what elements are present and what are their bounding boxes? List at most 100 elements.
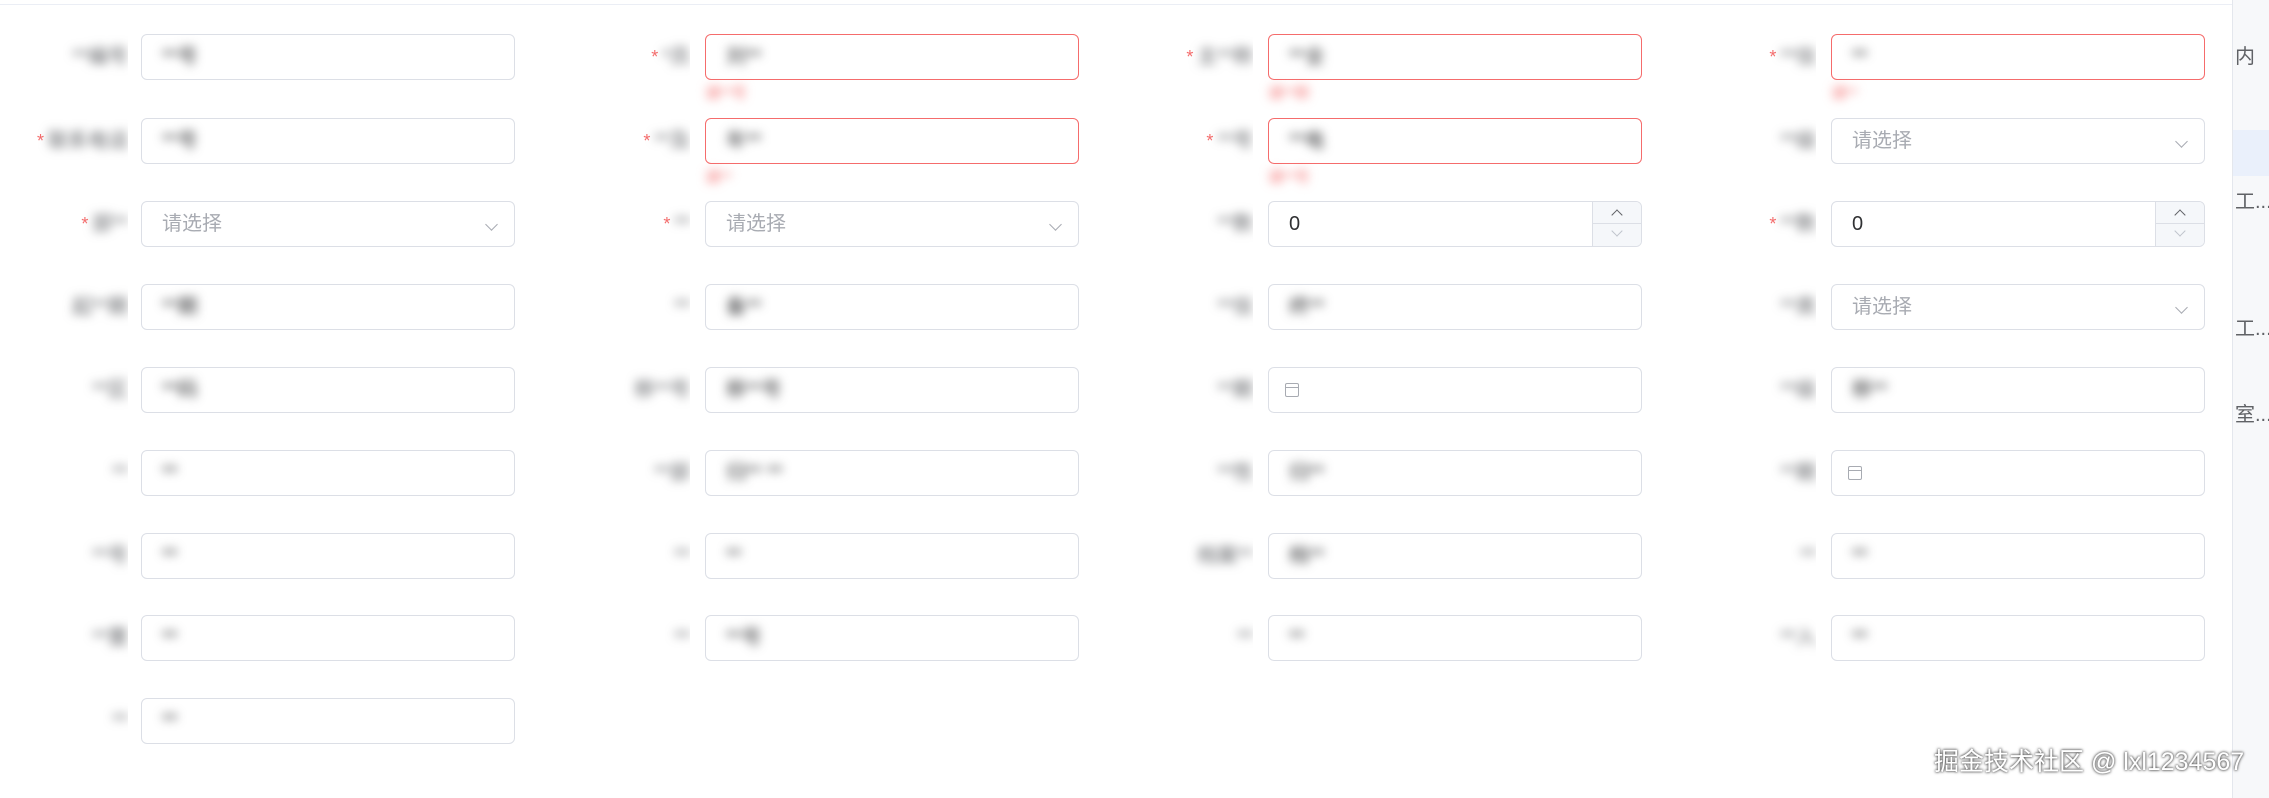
stepper-value: 0 (1852, 213, 1864, 235)
input-value: 年** (726, 130, 762, 152)
validation-error: 请** (1831, 85, 1858, 102)
text-input[interactable]: 备** (705, 284, 1079, 330)
field-label: **部 (570, 449, 690, 497)
text-input[interactable]: **全 (1268, 34, 1642, 80)
required-mark: * (81, 214, 89, 234)
chevron-down-icon (1049, 218, 1062, 231)
field-label: * **信 (1696, 33, 1816, 81)
text-input[interactable]: 归** ** (705, 450, 1079, 496)
required-mark: * (651, 47, 659, 67)
text-input[interactable]: ** (141, 450, 515, 496)
field-label: **级 (1696, 366, 1816, 414)
input-value: **电 (1289, 130, 1325, 152)
input-value: ** (162, 545, 178, 567)
field-label: **编号 (8, 33, 128, 81)
text-input[interactable]: **号 (705, 615, 1079, 661)
input-value: **全 (1289, 46, 1325, 68)
field-label-text: **性 (1217, 462, 1253, 484)
field-label: * **及 (570, 117, 690, 165)
text-input[interactable]: **电 (1268, 118, 1642, 164)
date-picker[interactable] (1268, 367, 1642, 413)
input-value: ** (726, 545, 742, 567)
select-placeholder: 请选择 (162, 213, 222, 235)
text-input[interactable]: 年** (705, 118, 1079, 164)
text-input[interactable]: ** (1268, 615, 1642, 661)
calendar-icon (1848, 466, 1862, 480)
decrement-button[interactable] (2156, 224, 2204, 246)
required-mark: * (1186, 47, 1194, 67)
field-label-text: *员 (662, 46, 690, 68)
required-mark: * (663, 214, 671, 234)
increment-button[interactable] (2156, 202, 2204, 224)
input-value: 备** (726, 296, 762, 318)
right-panel-item[interactable]: 工... (2235, 185, 2269, 214)
field-label-text: **数 (1780, 213, 1816, 235)
field-label: 移**号 (570, 366, 690, 414)
text-input[interactable]: 移** (1831, 367, 2205, 413)
text-input[interactable]: 档** (1268, 533, 1642, 579)
text-input[interactable]: **号 (141, 118, 515, 164)
text-input[interactable]: **号 (141, 34, 515, 80)
field-label: **入 (1696, 614, 1816, 662)
input-value: ** (1289, 627, 1305, 649)
field-label: **数 (1133, 200, 1253, 248)
input-value: ** (1852, 46, 1868, 68)
text-input[interactable]: ** (1831, 533, 2205, 579)
text-input[interactable]: ** (1831, 615, 2205, 661)
input-value: ** (162, 627, 178, 649)
select-field[interactable]: 请选择 (141, 201, 515, 247)
chevron-down-icon (2175, 135, 2188, 148)
stepper-controls (2155, 202, 2204, 246)
select-placeholder: 请选择 (1852, 130, 1912, 152)
input-value: 终** (1289, 296, 1325, 318)
text-input[interactable]: ** (141, 615, 515, 661)
number-stepper[interactable]: 0 (1831, 201, 2205, 247)
text-input[interactable]: ** (141, 698, 515, 744)
field-label-text: **区 (92, 379, 128, 401)
field-label: * **号 (1133, 117, 1253, 165)
text-input[interactable]: 移**号 (705, 367, 1079, 413)
field-label-text: ** (674, 213, 690, 235)
field-label-text: 档案** (1197, 545, 1253, 567)
text-input[interactable]: **期 (141, 284, 515, 330)
field-label-text: ** (1237, 627, 1253, 649)
field-label-text: 起**期 (72, 296, 128, 318)
date-picker[interactable] (1831, 450, 2205, 496)
field-label-text: ** (112, 710, 128, 732)
input-value: **期 (162, 296, 198, 318)
field-label-text: **级 (1780, 130, 1816, 152)
right-panel-item[interactable]: 工... (2235, 312, 2269, 341)
select-field[interactable]: 请选择 (1831, 284, 2205, 330)
field-label-text: **数 (1217, 213, 1253, 235)
select-placeholder: 请选择 (726, 213, 786, 235)
field-label: ** (570, 283, 690, 331)
decrement-button[interactable] (1593, 224, 1641, 246)
required-mark: * (1769, 47, 1777, 67)
text-input[interactable]: 刘** (705, 34, 1079, 80)
field-label: ** (8, 449, 128, 497)
field-label-text: **入 (1780, 627, 1816, 649)
required-mark: * (36, 131, 44, 151)
field-label: * 联系电话 (8, 117, 128, 165)
field-label: **级 (1696, 117, 1816, 165)
select-field[interactable]: 请选择 (705, 201, 1079, 247)
field-label: * ** (570, 200, 690, 248)
text-input[interactable]: 终** (1268, 284, 1642, 330)
right-panel-item[interactable]: 室... (2235, 398, 2269, 427)
text-input[interactable]: ** (705, 533, 1079, 579)
text-input[interactable]: **码 (141, 367, 515, 413)
text-input[interactable]: ** (141, 533, 515, 579)
select-field[interactable]: 请选择 (1831, 118, 2205, 164)
field-label: **信 (1133, 283, 1253, 331)
chevron-down-icon (485, 218, 498, 231)
input-value: 归** ** (726, 462, 783, 484)
field-label: * *员 (570, 33, 690, 81)
text-input[interactable]: ** (1831, 34, 2205, 80)
increment-button[interactable] (1593, 202, 1641, 224)
field-label: * 主**称 (1133, 33, 1253, 81)
field-label: 起**期 (8, 283, 128, 331)
field-label: ** (570, 614, 690, 662)
text-input[interactable]: 归** (1268, 450, 1642, 496)
right-panel-item[interactable]: 内 (2235, 40, 2255, 69)
number-stepper[interactable]: 0 (1268, 201, 1642, 247)
